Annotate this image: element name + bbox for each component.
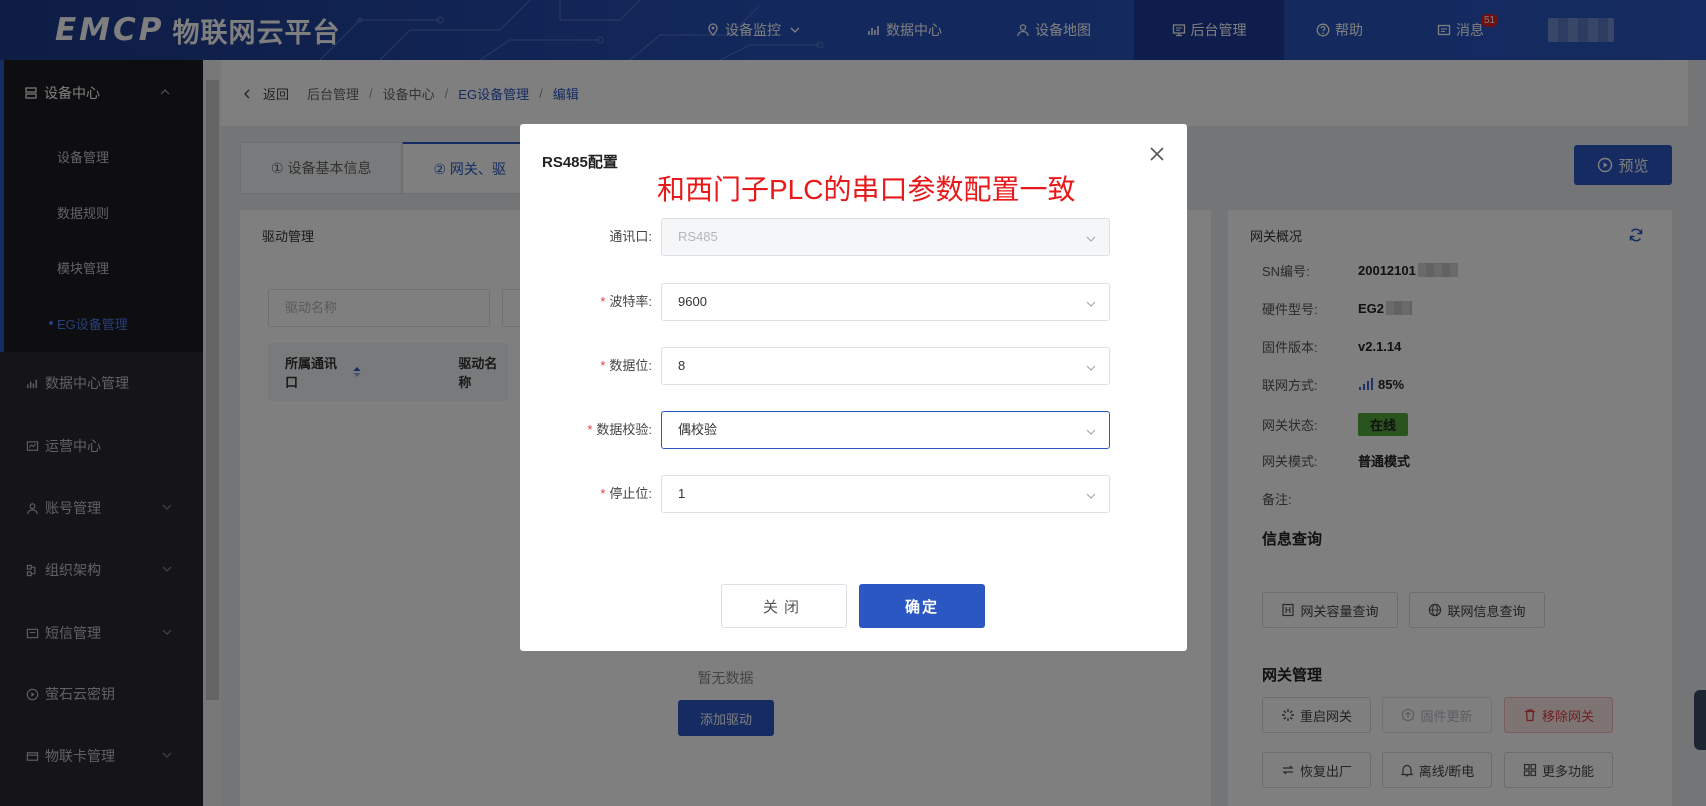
required-asterisk: * [600,486,606,501]
required-asterisk: * [600,294,606,309]
confirm-button[interactable]: 确定 [859,584,985,628]
label-text: 数据位: [609,358,652,373]
field-label-stop-bits: * 停止位: [600,475,652,513]
form-row-data-bits: * 数据位: 8 [520,347,1187,385]
chevron-down-icon [1085,233,1097,245]
form-row-parity: * 数据校验: 偶校验 [520,411,1187,449]
select-value: 1 [678,486,686,501]
field-label-data-bits: * 数据位: [600,347,652,385]
dialog-title: RS485配置 [542,154,618,171]
chevron-down-icon [1085,298,1097,310]
port-select: RS485 [661,218,1110,256]
field-label-parity: * 数据校验: [587,411,652,449]
required-asterisk: * [587,422,593,437]
rs485-config-dialog: RS485配置 和西门子PLC的串口参数配置一致 通讯口: RS485 * 波特率… [520,124,1187,651]
stop-bits-select[interactable]: 1 [661,475,1110,513]
parity-select[interactable]: 偶校验 [661,411,1110,449]
data-bits-select[interactable]: 8 [661,347,1110,385]
label-text: 波特率: [609,294,652,309]
select-value: 9600 [678,294,707,309]
required-asterisk: * [600,358,606,373]
chevron-down-icon [1085,490,1097,502]
form-row-port: 通讯口: RS485 [520,218,1187,256]
close-button[interactable]: 关闭 [721,584,847,628]
label-text: 停止位: [609,486,652,501]
form-row-baud-rate: * 波特率: 9600 [520,283,1187,321]
field-label-port: 通讯口: [609,229,652,244]
label-text: 数据校验: [596,422,652,437]
baud-rate-select[interactable]: 9600 [661,283,1110,321]
chevron-down-icon [1085,362,1097,374]
select-value: RS485 [678,229,718,244]
select-value: 偶校验 [678,422,718,437]
field-label-baud-rate: * 波特率: [600,283,652,321]
red-annotation-text: 和西门子PLC的串口参数配置一致 [657,174,1076,205]
chevron-down-icon [1085,426,1097,438]
close-icon[interactable] [1149,146,1165,162]
form-row-stop-bits: * 停止位: 1 [520,475,1187,513]
select-value: 8 [678,358,686,373]
